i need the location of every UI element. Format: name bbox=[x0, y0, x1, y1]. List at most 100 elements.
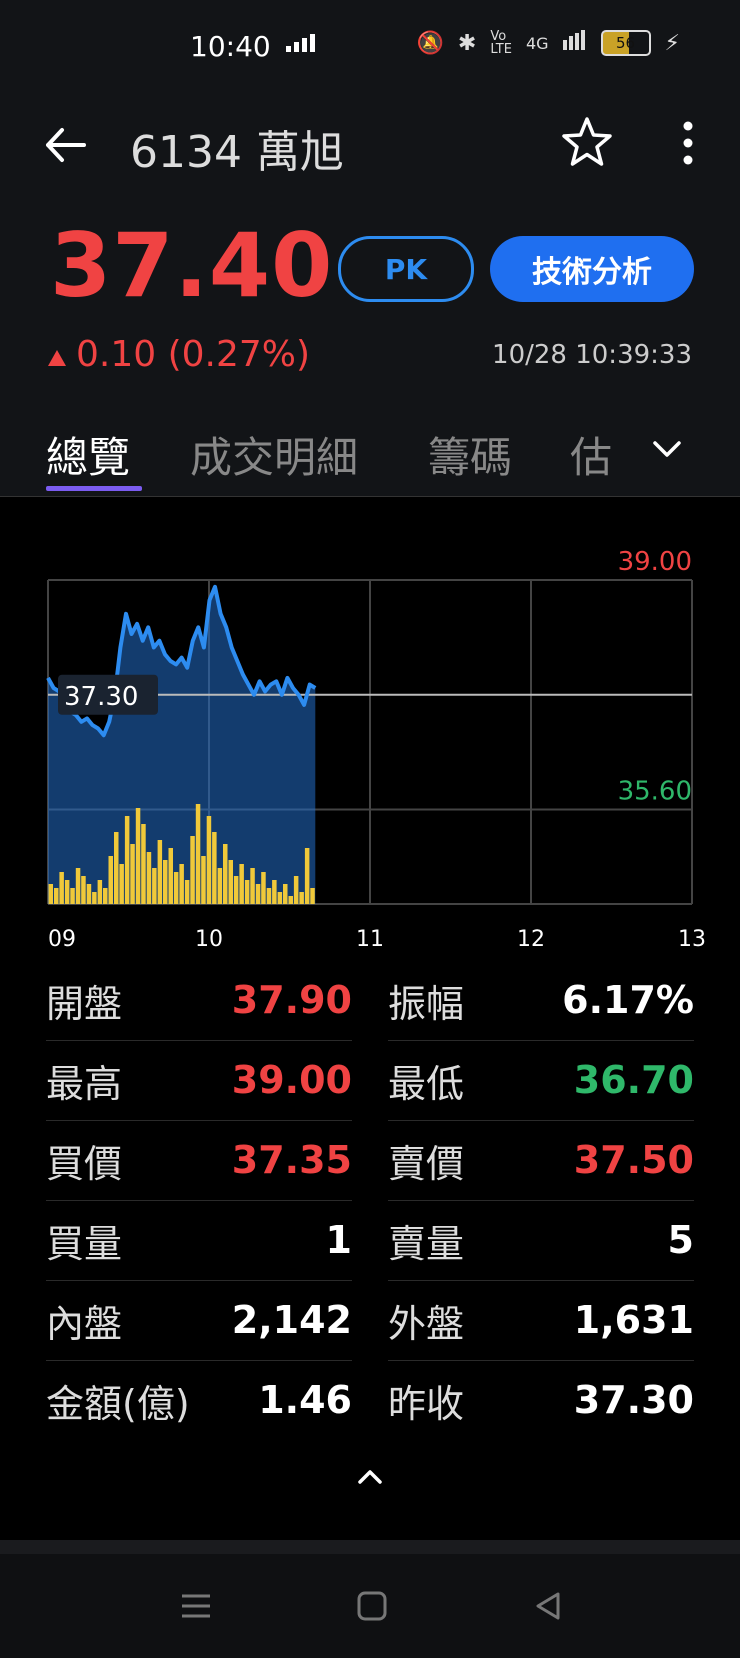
volume-bar bbox=[152, 868, 157, 904]
volume-bar bbox=[190, 836, 195, 904]
volume-bar bbox=[141, 824, 146, 904]
volume-bar bbox=[255, 884, 261, 904]
volume-bar bbox=[277, 892, 283, 904]
volume-bar bbox=[124, 816, 130, 904]
back-arrow-icon[interactable] bbox=[40, 120, 90, 170]
volume-bar bbox=[239, 864, 244, 904]
active-tab-indicator bbox=[46, 486, 142, 491]
volume-bar bbox=[283, 884, 288, 904]
volume-bar bbox=[299, 892, 304, 904]
volume-bar bbox=[304, 848, 310, 904]
stock-title: 6134 萬旭 bbox=[130, 127, 344, 178]
home-square-icon[interactable] bbox=[352, 1586, 392, 1626]
tab-trade-details[interactable]: 成交明細 bbox=[190, 424, 358, 485]
status-time: 10:40 bbox=[190, 30, 271, 63]
stat-value: 36.70 bbox=[573, 1058, 694, 1102]
volume-bar bbox=[179, 864, 184, 904]
volume-bar bbox=[223, 844, 228, 904]
status-icons: 🔕 ✱ Vo LTE 4G 56 ⚡ bbox=[417, 30, 680, 56]
battery-icon: 56 bbox=[600, 30, 651, 56]
stat-label: 內盤 bbox=[46, 1301, 123, 1346]
price-change: 0.10 (0.27%) bbox=[48, 334, 310, 375]
x-axis-tick-label: 10 bbox=[195, 927, 223, 952]
volume-bar bbox=[206, 816, 212, 904]
pk-button[interactable]: PK bbox=[338, 236, 474, 302]
battery-level: 56 bbox=[616, 34, 636, 52]
volume-bar bbox=[157, 840, 163, 904]
volume-bar bbox=[272, 880, 277, 904]
volte-icon: Vo LTE bbox=[490, 29, 512, 57]
intraday-chart[interactable]: 37.30 39.00 35.60 09 10 11 12 13 bbox=[0, 496, 740, 956]
star-icon[interactable] bbox=[558, 114, 616, 172]
tab-bar: 總覽 成交明細 籌碼 估 bbox=[0, 416, 740, 497]
stat-row: 開盤 37.90 bbox=[46, 960, 352, 1041]
volume-bar bbox=[103, 888, 108, 904]
volume-bar bbox=[108, 856, 113, 904]
x-axis-tick-label: 13 bbox=[678, 927, 706, 952]
volume-bar bbox=[81, 876, 86, 904]
tab-valuation[interactable]: 估 bbox=[570, 424, 612, 485]
volume-bar bbox=[244, 880, 250, 904]
signal-icon bbox=[286, 34, 316, 56]
menu-icon[interactable] bbox=[176, 1586, 216, 1626]
chevron-down-icon[interactable] bbox=[650, 432, 684, 466]
stat-row: 內盤 2,142 bbox=[46, 1280, 352, 1361]
stat-value: 1 bbox=[325, 1218, 352, 1262]
current-price: 37.40 bbox=[50, 214, 334, 317]
x-axis-tick-label: 12 bbox=[517, 927, 545, 952]
stat-label: 最低 bbox=[388, 1061, 465, 1106]
volume-bar bbox=[119, 864, 124, 904]
volume-bar bbox=[266, 888, 272, 904]
volume-bar bbox=[92, 892, 97, 904]
stat-row: 賣量 5 bbox=[388, 1200, 694, 1281]
volume-bar bbox=[130, 844, 135, 904]
volume-bar bbox=[228, 860, 233, 904]
volume-bar bbox=[288, 896, 293, 904]
volume-bar bbox=[261, 872, 266, 904]
network-label: 4G bbox=[525, 33, 549, 53]
volume-bar bbox=[70, 888, 75, 904]
volume-bar bbox=[195, 804, 201, 904]
mute-icon: 🔕 bbox=[416, 30, 444, 56]
more-vert-icon[interactable] bbox=[676, 118, 700, 168]
system-nav-bar bbox=[0, 1540, 740, 1658]
bluetooth-icon: ✱ bbox=[457, 30, 477, 56]
stat-row: 振幅 6.17% bbox=[388, 960, 694, 1041]
stat-label: 賣量 bbox=[388, 1221, 465, 1266]
tab-chips[interactable]: 籌碼 bbox=[428, 424, 512, 485]
x-axis-tick-label: 09 bbox=[48, 927, 76, 952]
volume-bar bbox=[75, 868, 81, 904]
volume-bar bbox=[293, 876, 299, 904]
y-axis-upper-label: 39.00 bbox=[618, 547, 692, 577]
stat-value: 37.90 bbox=[231, 978, 352, 1022]
chevron-up-icon[interactable] bbox=[350, 1462, 390, 1492]
stat-label: 賣價 bbox=[388, 1141, 465, 1186]
tab-overview[interactable]: 總覽 bbox=[46, 424, 130, 485]
stat-label: 昨收 bbox=[388, 1381, 465, 1426]
volume-bar bbox=[217, 868, 223, 904]
volume-bar bbox=[135, 808, 141, 904]
chart-svg[interactable]: 37.30 39.00 35.60 09 10 11 12 13 bbox=[0, 496, 740, 956]
stat-label: 買價 bbox=[46, 1141, 123, 1186]
stat-label: 外盤 bbox=[388, 1301, 465, 1346]
stat-value: 1,631 bbox=[573, 1298, 694, 1342]
back-triangle-icon[interactable] bbox=[528, 1586, 568, 1626]
quote-timestamp: 10/28 10:39:33 bbox=[492, 340, 692, 370]
price-change-value: 0.10 (0.27%) bbox=[76, 334, 311, 375]
status-bar: 10:40 🔕 ✱ Vo LTE 4G 56 ⚡ bbox=[0, 0, 740, 96]
volume-bar bbox=[212, 832, 217, 904]
stat-row: 外盤 1,631 bbox=[388, 1280, 694, 1361]
reference-price-label: 37.30 bbox=[64, 682, 138, 712]
stat-value: 2,142 bbox=[231, 1298, 352, 1342]
volume-bar bbox=[250, 868, 255, 904]
volume-bar bbox=[184, 880, 190, 904]
stat-row: 昨收 37.30 bbox=[388, 1360, 694, 1440]
stat-label: 最高 bbox=[46, 1061, 123, 1106]
stat-label: 買量 bbox=[46, 1221, 123, 1266]
price-area bbox=[48, 586, 316, 904]
stock-header: 6134 萬旭 37.40 PK 技術分析 0.10 (0.27%) 10/28… bbox=[0, 96, 740, 497]
charging-icon: ⚡ bbox=[664, 30, 680, 56]
volume-bar bbox=[64, 880, 70, 904]
volume-bar bbox=[114, 832, 119, 904]
technical-analysis-button[interactable]: 技術分析 bbox=[490, 236, 694, 302]
